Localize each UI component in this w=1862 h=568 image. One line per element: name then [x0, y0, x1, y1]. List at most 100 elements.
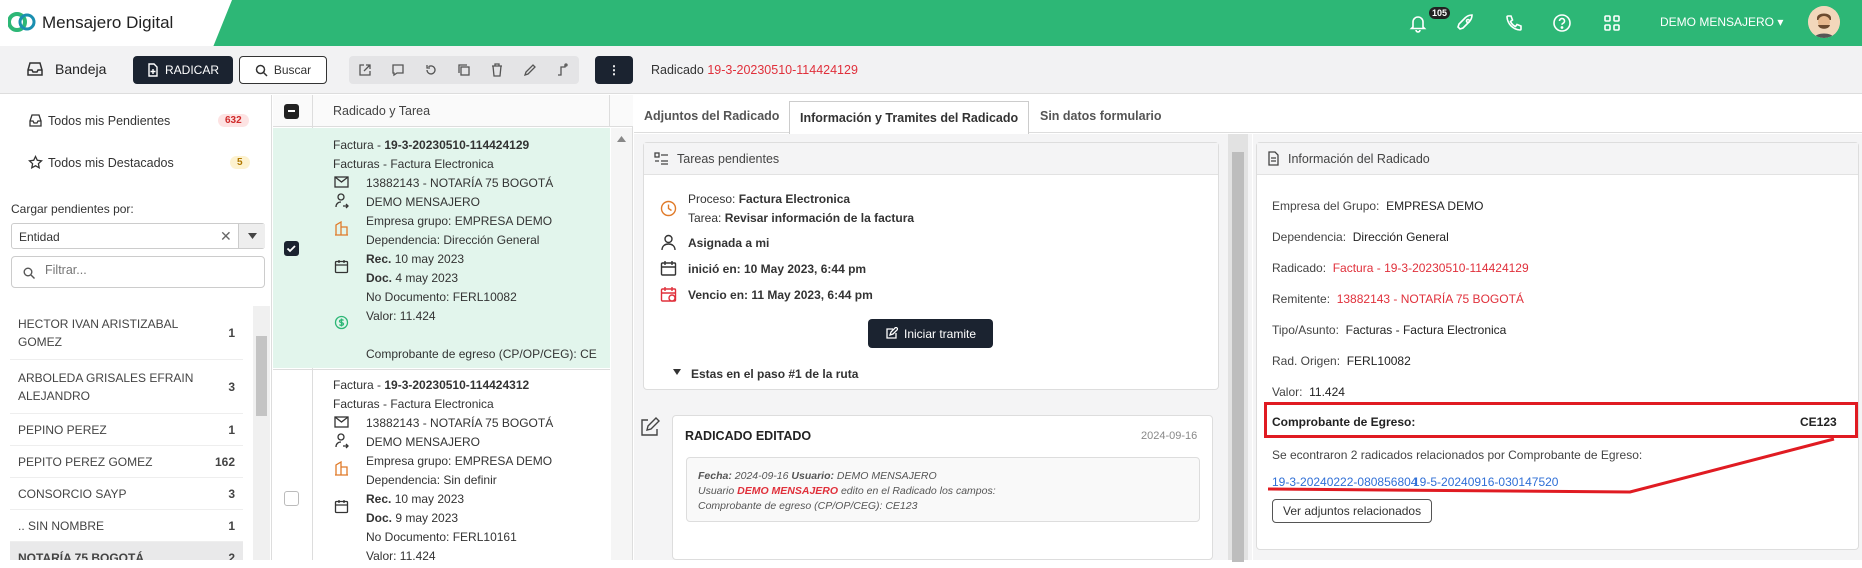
clock-icon: [660, 200, 677, 217]
rocket-icon[interactable]: [1454, 11, 1478, 35]
item-title: Factura - 19-3-20230510-114424129: [333, 138, 610, 157]
item-nodoc: No Documento: FERL10082: [333, 290, 610, 309]
item-dependencia: Dependencia: Sin definir: [333, 473, 610, 492]
sidebar-item-destacados[interactable]: Todos mis Destacados: [48, 156, 174, 170]
item-dependencia: Dependencia: Dirección General: [333, 233, 610, 252]
comment-icon[interactable]: [384, 57, 412, 83]
more-options-button[interactable]: ⋮: [595, 56, 633, 84]
comprobante-value: CE123: [1800, 415, 1837, 429]
route-icon[interactable]: [549, 57, 577, 83]
fecha-value: 2024-09-16: [734, 470, 789, 482]
origen-label: Rad. Origen:: [1272, 354, 1341, 368]
copy-icon[interactable]: [450, 57, 478, 83]
search-icon: [23, 267, 35, 279]
dep-value: Dirección General: [443, 233, 540, 247]
logo-icon[interactable]: [8, 10, 38, 34]
item-title: Factura - 19-3-20230510-114424312: [333, 378, 610, 397]
scrollbar-thumb[interactable]: [256, 336, 267, 416]
line2-prefix: Usuario: [698, 485, 735, 497]
item-title-id: 19-3-20230510-114424312: [384, 378, 530, 392]
valor-value: 11.424: [399, 549, 436, 563]
tab-sin-datos[interactable]: Sin datos formulario: [1030, 101, 1172, 131]
empresa-label: Empresa del Grupo:: [1272, 199, 1380, 213]
avatar[interactable]: [1808, 6, 1840, 38]
item-checkbox[interactable]: [284, 491, 299, 506]
iniciar-tramite-label: Iniciar tramite: [903, 326, 977, 341]
nodoc-label: No Documento:: [366, 290, 453, 304]
bell-icon[interactable]: [1406, 11, 1430, 35]
filter-input-box[interactable]: [11, 256, 265, 288]
entity-count: 3: [228, 379, 235, 394]
trash-icon[interactable]: [483, 57, 511, 83]
list-item-content: Factura - 19-3-20230510-114424312 Factur…: [333, 378, 610, 568]
cargar-label: Cargar pendientes por:: [11, 202, 134, 216]
undo-icon[interactable]: [417, 57, 445, 83]
entity-count: 3: [228, 486, 235, 501]
list-scrollbar[interactable]: [611, 128, 632, 560]
entity-name: PEPITO PEREZ GOMEZ: [18, 454, 153, 469]
caret-down-icon[interactable]: [673, 369, 681, 375]
phone-icon[interactable]: [1502, 11, 1526, 35]
dep-label: Dependencia:: [1272, 230, 1347, 244]
tipo-label: Tipo/Asunto:: [1272, 323, 1339, 337]
scrollbar-thumb[interactable]: [1232, 152, 1244, 562]
info-remitente: Remitente: 13882143 - NOTARÍA 75 BOGOTÁ: [1272, 292, 1524, 306]
iniciar-tramite-button[interactable]: Iniciar tramite: [868, 319, 993, 348]
open-external-icon[interactable]: [351, 57, 379, 83]
remitente-value[interactable]: 13882143 - NOTARÍA 75 BOGOTÁ: [1337, 292, 1524, 306]
tab-adjuntos[interactable]: Adjuntos del Radicado: [634, 101, 789, 131]
valor-label: Valor:: [366, 549, 400, 563]
info-tipo: Tipo/Asunto: Facturas - Factura Electron…: [1272, 323, 1506, 337]
item-valor: Valor: 11.424: [333, 549, 610, 568]
proceso-label: Proceso:: [688, 192, 739, 206]
sidebar-item-pendientes[interactable]: Todos mis Pendientes: [48, 114, 170, 128]
scroll-up-icon[interactable]: [617, 136, 626, 142]
buscar-button[interactable]: Buscar: [239, 56, 327, 84]
empresa-value: EMPRESA DEMO: [454, 214, 553, 228]
list-item-content: Factura - 19-3-20230510-114424129 Factur…: [333, 138, 610, 366]
nodoc-label: No Documento:: [366, 530, 453, 544]
pencil-icon[interactable]: [516, 57, 544, 83]
entity-scrollbar[interactable]: [253, 306, 270, 560]
bandeja-label[interactable]: Bandeja: [55, 61, 106, 77]
item-checkbox-checked[interactable]: [284, 241, 299, 256]
rec-value: 10 may 2023: [394, 252, 465, 266]
entity-row[interactable]: CONSORCIO SAYP 3: [10, 478, 243, 510]
entity-select[interactable]: Entidad ✕: [11, 223, 265, 249]
entity-row-selected[interactable]: NOTARÍA 75 BOGOTÁ 2: [10, 542, 243, 560]
select-all-checkbox[interactable]: [284, 104, 299, 119]
clear-icon[interactable]: ✕: [220, 228, 232, 245]
user-icon: [660, 234, 677, 251]
radicar-label: RADICAR: [164, 63, 219, 77]
entity-count: 1: [228, 422, 235, 437]
dep-label: Dependencia:: [366, 233, 444, 247]
proceso-value: Factura Electronica: [738, 192, 851, 206]
entity-row[interactable]: PEPITO PEREZ GOMEZ 162: [10, 446, 243, 478]
nodoc-value: FERL10082: [452, 290, 517, 304]
radicado-value[interactable]: Factura - 19-3-20230510-114424129: [1333, 261, 1529, 275]
list-header: [273, 95, 633, 127]
empresa-value: EMPRESA DEMO: [1386, 199, 1484, 213]
entity-row[interactable]: ARBOLEDA GRISALES EFRAIN ALEJANDRO 3: [10, 360, 243, 414]
entity-row[interactable]: PEPINO PEREZ 1: [10, 414, 243, 446]
line2-suffix: edito en el Radicado los campos:: [840, 485, 996, 497]
header-divider: [609, 95, 610, 127]
entity-row[interactable]: HECTOR IVAN ARISTIZABAL GOMEZ 1: [10, 306, 243, 360]
select-toggle[interactable]: [238, 224, 265, 248]
entity-row[interactable]: .. SIN NOMBRE 1: [10, 510, 243, 542]
entity-count: 162: [214, 454, 235, 469]
caret-down-icon: [248, 233, 257, 239]
radicado-id[interactable]: 19-3-20230510-114424129: [707, 63, 858, 77]
apps-grid-icon[interactable]: [1600, 11, 1624, 35]
paso-text[interactable]: Estas en el paso #1 de la ruta: [691, 367, 858, 381]
radicar-button[interactable]: RADICAR: [133, 56, 233, 84]
empresa-label: Empresa grupo:: [366, 454, 455, 468]
entity-name: NOTARÍA 75 BOGOTÁ: [18, 550, 145, 561]
filter-input[interactable]: [45, 263, 245, 277]
user-menu[interactable]: DEMO MENSAJERO ▾: [1660, 15, 1783, 29]
help-icon[interactable]: [1550, 11, 1574, 35]
rec-value: 10 may 2023: [394, 492, 465, 506]
valor-label: Valor:: [1272, 385, 1303, 399]
tab-informacion[interactable]: Información y Tramites del Radicado: [789, 101, 1030, 134]
ver-adjuntos-button[interactable]: Ver adjuntos relacionados: [1272, 499, 1433, 523]
